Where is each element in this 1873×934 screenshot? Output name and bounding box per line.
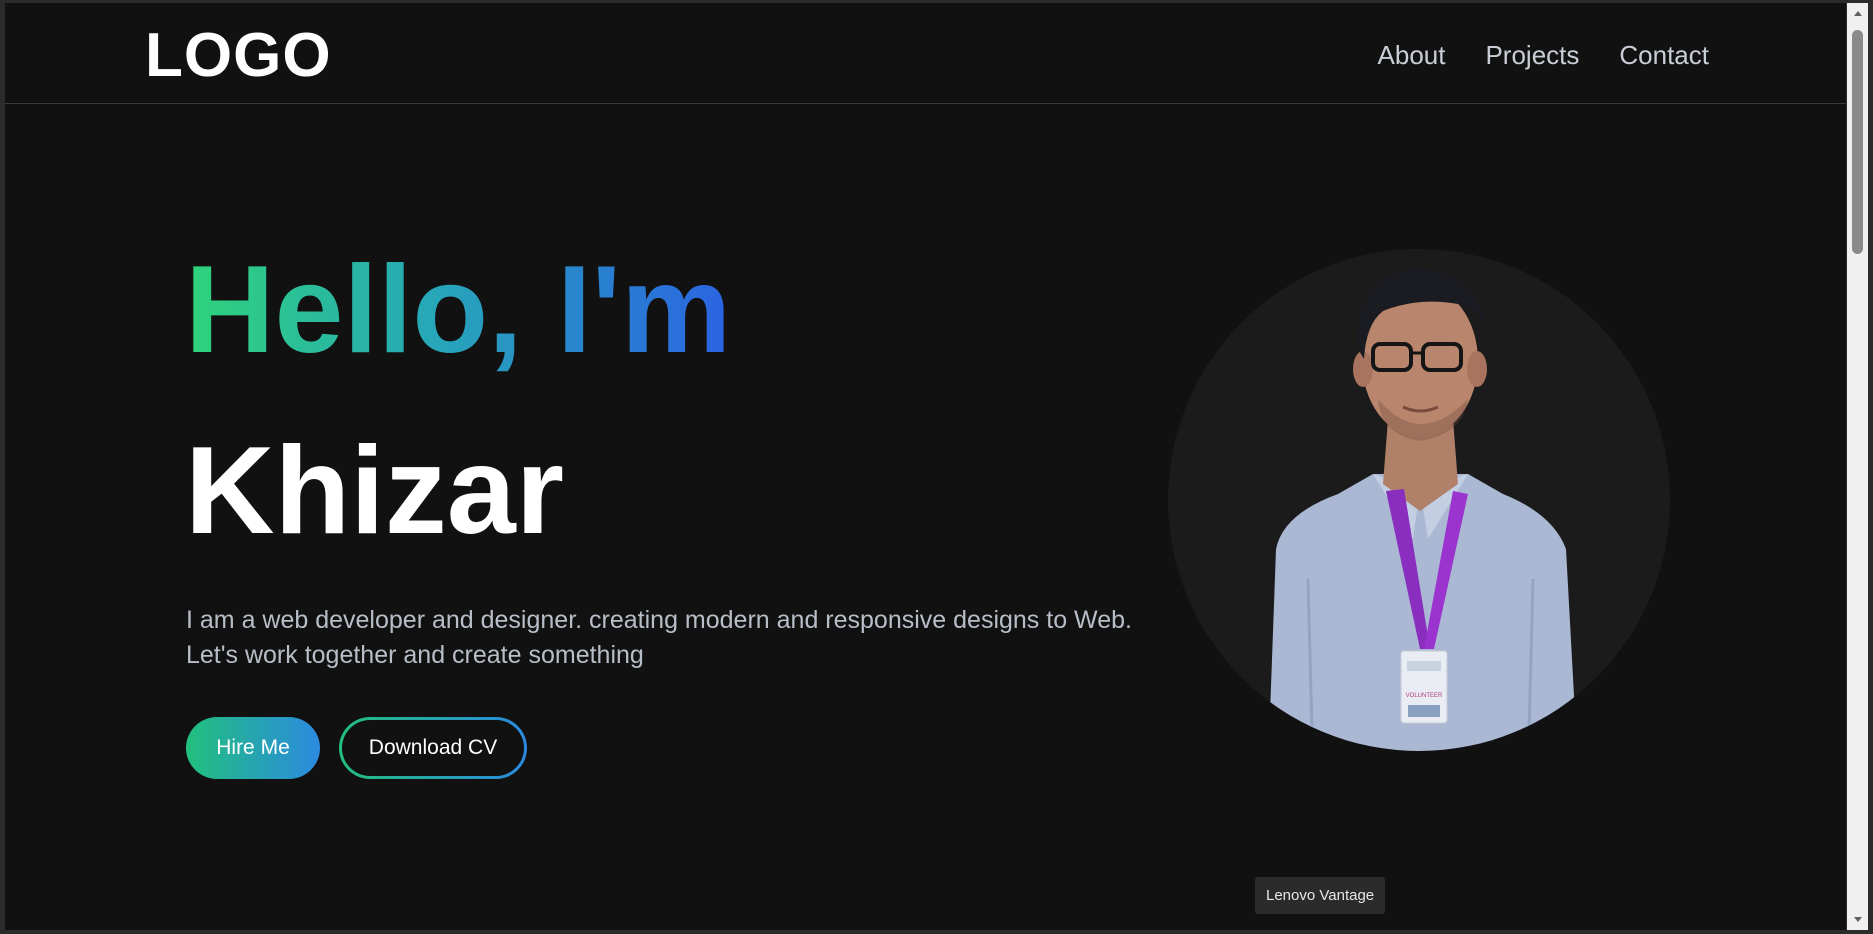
hero-name: Khizar: [185, 422, 564, 560]
profile-portrait-illustration: VOLUNTEER: [1268, 268, 1578, 751]
hero-greeting: Hello, I'm: [185, 235, 731, 385]
nav-link-about[interactable]: About: [1378, 38, 1446, 72]
hero-description: I am a web developer and designer. creat…: [186, 606, 1132, 669]
taskbar-tooltip: Lenovo Vantage: [1255, 877, 1386, 914]
chevron-down-icon[interactable]: [1847, 910, 1868, 930]
navbar: LOGO About Projects Contact: [5, 3, 1846, 104]
vertical-scrollbar[interactable]: [1847, 3, 1868, 930]
scrollbar-thumb[interactable]: [1852, 30, 1863, 254]
badge-text: VOLUNTEER: [1406, 693, 1443, 699]
nav-link-projects[interactable]: Projects: [1485, 38, 1579, 72]
browser-viewport: LOGO About Projects Contact Hello, I'm K…: [5, 3, 1846, 930]
site-logo[interactable]: LOGO: [145, 21, 332, 91]
profile-photo: VOLUNTEER: [1168, 249, 1670, 751]
nav-link-contact[interactable]: Contact: [1619, 38, 1709, 72]
download-cv-label: Download CV: [342, 720, 524, 776]
hire-me-button[interactable]: Hire Me: [186, 717, 320, 779]
chevron-up-icon[interactable]: [1847, 3, 1868, 23]
nav-links: About Projects Contact: [1378, 38, 1709, 72]
download-cv-button[interactable]: Download CV: [339, 717, 527, 779]
